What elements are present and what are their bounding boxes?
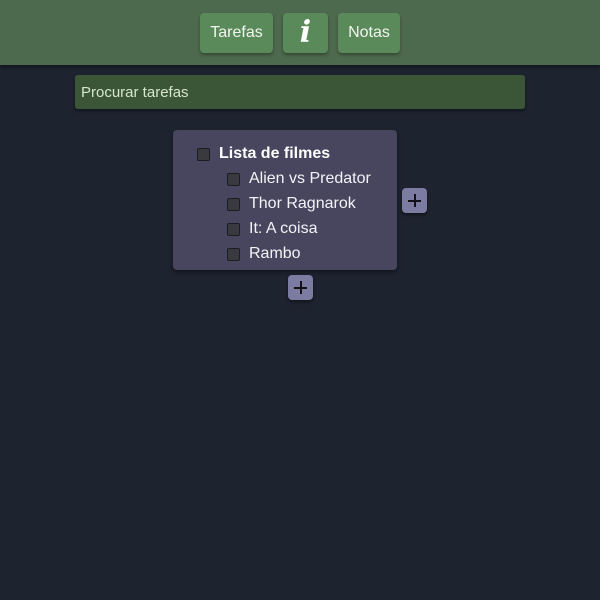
task-title-row: Lista de filmes: [197, 143, 330, 165]
list-item-label: It: A coisa: [249, 220, 318, 237]
search-bar: [75, 75, 525, 109]
list-item: Alien vs Predator: [227, 168, 371, 190]
plus-icon: [408, 194, 421, 207]
task-card: Lista de filmes Alien vs Predator Thor R…: [173, 130, 397, 270]
task-title-checkbox[interactable]: [197, 147, 210, 161]
list-item-checkbox[interactable]: [227, 172, 240, 186]
list-item: It: A coisa: [227, 218, 317, 240]
list-item-label: Alien vs Predator: [249, 170, 371, 187]
list-item-checkbox[interactable]: [227, 222, 240, 236]
plus-icon: [294, 281, 307, 294]
add-subtask-button[interactable]: [402, 188, 427, 213]
add-task-button[interactable]: [288, 275, 313, 300]
list-item: Rambo: [227, 243, 301, 265]
tasks-button[interactable]: Tarefas: [200, 13, 273, 53]
top-nav-bar: Tarefas i Notas: [0, 0, 600, 65]
list-item: Thor Ragnarok: [227, 193, 356, 215]
info-icon: i: [299, 15, 312, 50]
task-title: Lista de filmes: [219, 145, 331, 162]
list-item-label: Thor Ragnarok: [249, 195, 356, 212]
info-button[interactable]: i: [283, 13, 328, 53]
notes-button[interactable]: Notas: [338, 13, 400, 53]
notes-button-label: Notas: [348, 24, 390, 41]
list-item-checkbox[interactable]: [227, 247, 240, 261]
search-input[interactable]: [81, 83, 519, 101]
list-item-checkbox[interactable]: [227, 197, 240, 211]
list-item-label: Rambo: [249, 245, 301, 262]
tasks-button-label: Tarefas: [210, 24, 263, 41]
